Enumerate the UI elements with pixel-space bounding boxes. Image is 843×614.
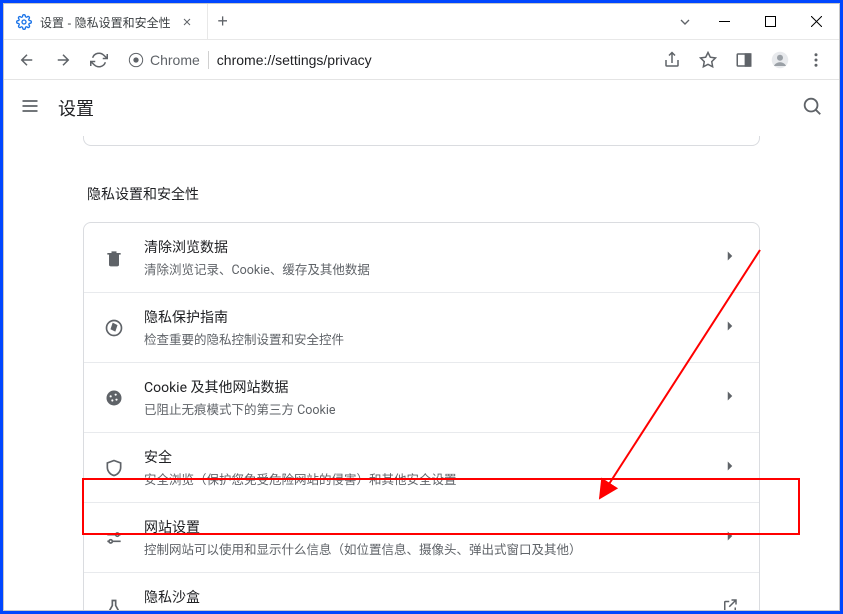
browser-tab-active[interactable]: 设置 - 隐私设置和安全性 — [4, 4, 208, 40]
cookie-icon — [104, 388, 124, 408]
window-controls — [701, 4, 839, 39]
row-cookies[interactable]: Cookie 及其他网站数据 已阻止无痕模式下的第三方 Cookie — [84, 362, 759, 432]
tab-search-button[interactable] — [669, 4, 701, 39]
search-button[interactable] — [801, 95, 823, 121]
new-tab-button[interactable]: + — [208, 4, 238, 39]
browser-window: 设置 - 隐私设置和安全性 + Chrome chrome://settings… — [3, 3, 840, 611]
gear-icon — [16, 14, 32, 30]
reload-button[interactable] — [84, 45, 114, 75]
chevron-right-icon — [721, 317, 739, 339]
shield-icon — [104, 458, 124, 478]
site-info-chip[interactable]: Chrome — [128, 52, 200, 68]
maximize-button[interactable] — [747, 4, 793, 40]
row-desc: 检查重要的隐私控制设置和安全控件 — [144, 329, 701, 348]
trash-icon — [104, 248, 124, 268]
row-title: 安全 — [144, 447, 701, 467]
row-site-settings[interactable]: 网站设置 控制网站可以使用和显示什么信息（如位置信息、摄像头、弹出式窗口及其他） — [84, 502, 759, 572]
chevron-right-icon — [721, 457, 739, 479]
chrome-label: Chrome — [150, 52, 200, 68]
divider — [208, 51, 209, 69]
side-panel-button[interactable] — [729, 45, 759, 75]
row-title: Cookie 及其他网站数据 — [144, 377, 701, 397]
menu-button[interactable] — [801, 45, 831, 75]
titlebar: 设置 - 隐私设置和安全性 + — [4, 4, 839, 40]
back-button[interactable] — [12, 45, 42, 75]
chevron-right-icon — [721, 387, 739, 409]
share-button[interactable] — [657, 45, 687, 75]
external-link-icon — [721, 597, 739, 611]
browser-toolbar: Chrome chrome://settings/privacy — [4, 40, 839, 80]
flask-icon — [104, 598, 124, 611]
previous-card-edge — [83, 136, 760, 146]
settings-body[interactable]: 隐私设置和安全性 清除浏览数据 清除浏览记录、Cookie、缓存及其他数据 — [4, 136, 839, 610]
settings-header: 设置 — [4, 80, 839, 136]
close-tab-button[interactable] — [179, 14, 195, 30]
row-title: 隐私保护指南 — [144, 307, 701, 327]
hamburger-menu-button[interactable] — [20, 96, 40, 120]
tab-title: 设置 - 隐私设置和安全性 — [40, 14, 171, 31]
row-desc: 已阻止无痕模式下的第三方 Cookie — [144, 399, 701, 418]
row-desc: 安全浏览（保护您免受危险网站的侵害）和其他安全设置 — [144, 469, 701, 488]
row-title: 网站设置 — [144, 517, 701, 537]
chevron-right-icon — [721, 247, 739, 269]
bookmark-button[interactable] — [693, 45, 723, 75]
row-desc: 控制网站可以使用和显示什么信息（如位置信息、摄像头、弹出式窗口及其他） — [144, 539, 701, 558]
forward-button[interactable] — [48, 45, 78, 75]
row-title: 隐私沙盒 — [144, 587, 701, 607]
row-privacy-sandbox[interactable]: 隐私沙盒 试用版功能已关闭 — [84, 572, 759, 610]
minimize-button[interactable] — [701, 4, 747, 40]
row-privacy-guide[interactable]: 隐私保护指南 检查重要的隐私控制设置和安全控件 — [84, 292, 759, 362]
row-desc: 清除浏览记录、Cookie、缓存及其他数据 — [144, 259, 701, 278]
row-clear-data[interactable]: 清除浏览数据 清除浏览记录、Cookie、缓存及其他数据 — [84, 223, 759, 292]
close-window-button[interactable] — [793, 4, 839, 40]
row-title: 清除浏览数据 — [144, 237, 701, 257]
url-text: chrome://settings/privacy — [217, 52, 372, 68]
row-desc: 试用版功能已关闭 — [144, 609, 701, 610]
privacy-card: 清除浏览数据 清除浏览记录、Cookie、缓存及其他数据 隐私保护指南 检查重要… — [83, 222, 760, 610]
row-security[interactable]: 安全 安全浏览（保护您免受危险网站的侵害）和其他安全设置 — [84, 432, 759, 502]
profile-button[interactable] — [765, 45, 795, 75]
compass-icon — [104, 318, 124, 338]
page-title: 设置 — [58, 95, 94, 121]
chevron-right-icon — [721, 527, 739, 549]
section-title: 隐私设置和安全性 — [79, 184, 764, 222]
sliders-icon — [104, 528, 124, 548]
address-bar[interactable]: Chrome chrome://settings/privacy — [120, 45, 651, 75]
page-content: 设置 隐私设置和安全性 清除浏览数据 清除浏览记录、Cookie、缓存及其他数据 — [4, 80, 839, 610]
